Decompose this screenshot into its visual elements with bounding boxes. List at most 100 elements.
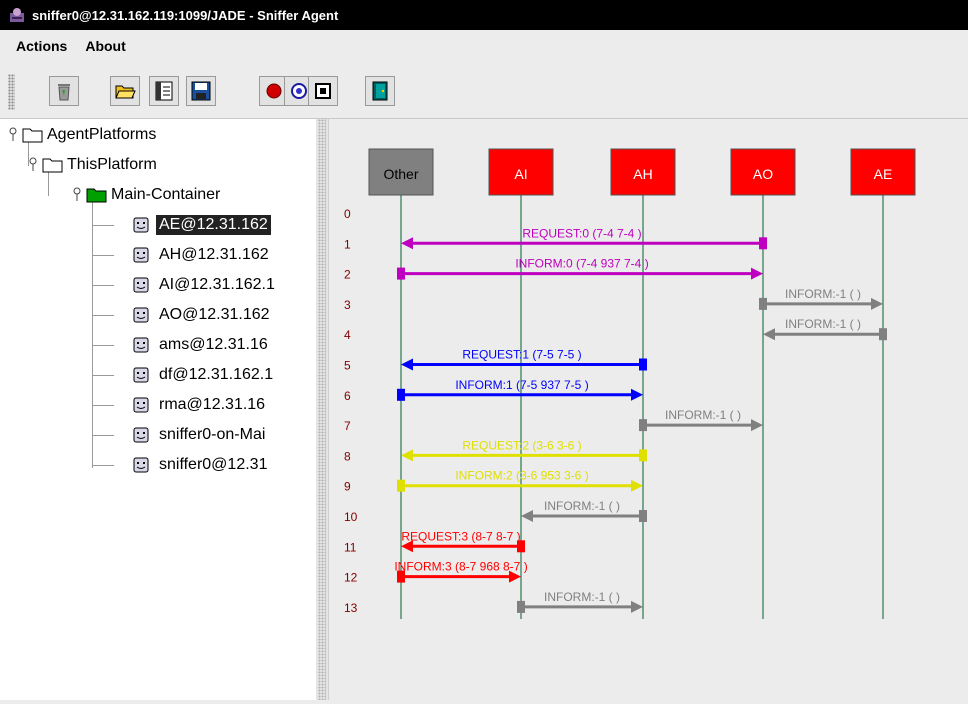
message-sequence-canvas[interactable]: Other AI AH AO AE012345678910111213REQUEST:0… (329, 119, 968, 700)
row-number: 12 (344, 571, 358, 585)
agent-face-icon (133, 337, 149, 353)
agent-face-icon (133, 397, 149, 413)
tree-node-agent[interactable]: sniffer0@12.31 (132, 453, 270, 477)
tree-node-label: sniffer0@12.31 (159, 456, 268, 473)
menu-bar: Actions About (0, 30, 968, 62)
tree-line (92, 225, 114, 226)
message-arrow-tail (397, 267, 405, 280)
tree-node-agent[interactable]: df@12.31.162.1 (132, 363, 276, 387)
split-pane-divider[interactable] (316, 119, 328, 700)
message-arrow-tail (397, 479, 405, 492)
tree-node-agent[interactable]: sniffer0-on-Mai (132, 423, 268, 447)
message-label[interactable]: INFORM:1 (7-5 937 7-5 ) (455, 378, 588, 392)
agent-box-label: Other (383, 166, 418, 182)
tree-node-agent[interactable]: AE@12.31.162 (132, 213, 271, 237)
row-number: 6 (344, 389, 351, 403)
agent-box-label: AE (874, 166, 893, 182)
message-arrow-head (521, 510, 533, 522)
do-not-sniff-button[interactable] (308, 76, 338, 106)
red-dot-icon (266, 83, 282, 99)
tree-line (92, 405, 114, 406)
tree-node-agentplatforms[interactable]: AgentPlatforms (8, 123, 159, 147)
tree-node-main-container[interactable]: Main-Container (72, 183, 223, 207)
clear-canvas-button[interactable] (49, 76, 79, 106)
tree-node-label: AE@12.31.162 (156, 215, 271, 235)
exit-button[interactable] (365, 76, 395, 106)
message-arrow-tail (639, 449, 647, 462)
message-label[interactable]: INFORM:-1 ( ) (544, 590, 620, 604)
tree-line (92, 285, 114, 286)
toolbar-grip[interactable] (8, 74, 15, 110)
row-number: 4 (344, 328, 351, 342)
row-number: 3 (344, 298, 351, 312)
agent-box-label: AO (753, 166, 773, 182)
tree-line (92, 255, 114, 256)
agent-face-icon (133, 367, 149, 383)
tree-node-agent[interactable]: AI@12.31.162.1 (132, 273, 278, 297)
row-number: 13 (344, 601, 358, 615)
message-arrow-tail (517, 600, 525, 613)
toolbar (0, 62, 968, 119)
agent-box-label: AI (514, 166, 527, 182)
expanded-handle-icon (9, 127, 17, 141)
message-arrow-head (401, 449, 413, 462)
tree-node-agent[interactable]: AO@12.31.162 (132, 303, 273, 327)
expanded-handle-icon (29, 157, 37, 171)
open-snapshot-button[interactable] (110, 76, 140, 106)
tree-node-agent[interactable]: ams@12.31.16 (132, 333, 271, 357)
tree-node-label: Main-Container (111, 186, 221, 203)
tree-node-label: rma@12.31.16 (159, 396, 266, 413)
save-snapshot-button[interactable] (186, 76, 216, 106)
green-folder-icon (86, 188, 107, 203)
agent-face-icon (133, 277, 149, 293)
menu-actions[interactable]: Actions (16, 38, 67, 54)
row-number: 2 (344, 268, 351, 282)
message-label[interactable]: INFORM:-1 ( ) (785, 317, 861, 331)
message-arrow-head (401, 358, 413, 371)
message-arrow-head (631, 388, 643, 401)
tree-node-agent[interactable]: AH@12.31.162 (132, 243, 272, 267)
message-arrow-head (751, 267, 763, 280)
door-exit-icon (372, 81, 388, 101)
window-title: sniffer0@12.31.162.119:1099/JADE - Sniff… (32, 7, 339, 23)
message-label[interactable]: REQUEST:2 (3-6 3-6 ) (462, 438, 581, 452)
tree-node-label: AgentPlatforms (47, 126, 157, 143)
tree-node-label: AO@12.31.162 (159, 306, 270, 323)
sniffer-canvas-pane: Other AI AH AO AE 0 1 2 3 4 5 6 7 8 9 10 11 12 13 REQUEST:0… (328, 119, 968, 700)
message-arrow-head (401, 237, 413, 250)
message-label[interactable]: REQUEST:3 (8-7 8-7 ) (401, 529, 520, 543)
tree-node-label: sniffer0-on-Mai (159, 426, 266, 443)
message-arrow-tail (639, 358, 647, 371)
message-arrow-tail (639, 510, 647, 522)
tree-node-thisplatform[interactable]: ThisPlatform (28, 153, 160, 177)
sniffer-app-icon (10, 8, 24, 22)
message-label[interactable]: INFORM:0 (7-4 937 7-4 ) (515, 257, 648, 271)
row-number: 7 (344, 419, 351, 433)
message-label[interactable]: INFORM:-1 ( ) (665, 408, 741, 422)
menu-about[interactable]: About (85, 38, 125, 54)
message-label[interactable]: REQUEST:0 (7-4 7-4 ) (522, 226, 641, 240)
trash-can-icon (58, 84, 70, 101)
display-log-button[interactable] (149, 76, 179, 106)
message-arrow-head (751, 419, 763, 432)
tree-node-agent[interactable]: rma@12.31.16 (132, 393, 268, 417)
row-number: 10 (344, 510, 358, 524)
message-label[interactable]: INFORM:-1 ( ) (544, 499, 620, 513)
target-icon (291, 83, 307, 99)
message-label[interactable]: INFORM:2 (3-6 953 3-6 ) (455, 469, 588, 483)
message-label[interactable]: INFORM:3 (8-7 968 8-7 ) (394, 560, 527, 574)
tree-node-label: AH@12.31.162 (159, 246, 269, 263)
message-arrow-tail (639, 419, 647, 432)
message-label[interactable]: INFORM:-1 ( ) (785, 287, 861, 301)
row-number: 0 (344, 207, 351, 221)
message-arrow-tail (397, 388, 405, 401)
message-arrow-head (763, 328, 775, 341)
message-arrow-head (631, 600, 643, 613)
expanded-handle-icon (73, 187, 81, 201)
tree-line (92, 196, 93, 468)
tree-node-label: ams@12.31.16 (159, 336, 268, 353)
row-number: 9 (344, 480, 351, 494)
floppy-disk-icon (191, 81, 211, 101)
agent-face-icon (133, 247, 149, 263)
message-label[interactable]: REQUEST:1 (7-5 7-5 ) (462, 348, 581, 362)
